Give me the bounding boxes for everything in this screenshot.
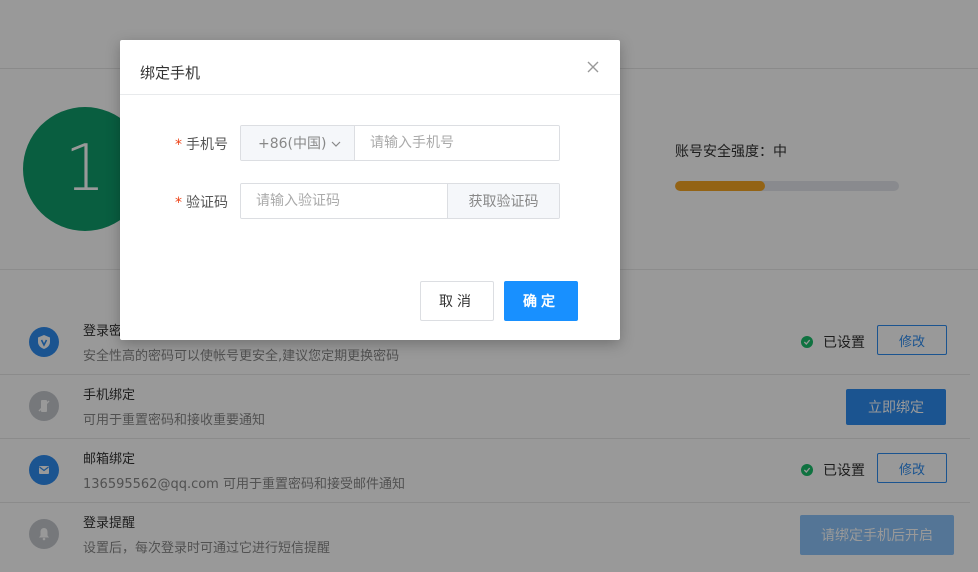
required-mark: * (175, 195, 182, 211)
code-label-text: 验证码 (186, 195, 228, 211)
dialog-header: 绑定手机 (120, 40, 620, 95)
phone-field-group: +86(中国) (240, 125, 560, 161)
cancel-button[interactable]: 取消 (420, 281, 494, 321)
confirm-button[interactable]: 确定 (504, 281, 578, 321)
code-label: * 验证码 (175, 192, 228, 212)
phone-input[interactable] (355, 126, 559, 160)
dialog-title: 绑定手机 (140, 64, 201, 82)
chevron-down-icon (331, 141, 341, 147)
bind-phone-dialog: 绑定手机 *手机号 +86(中国) *验证码 获取验证码 取消 确定 (120, 40, 620, 340)
country-code-select[interactable]: +86(中国) (241, 126, 355, 160)
country-code-value: +86(中国) (258, 136, 327, 152)
phone-label: * 手机号 (175, 134, 228, 154)
code-field-group: 获取验证码 (240, 183, 560, 219)
get-code-button[interactable]: 获取验证码 (447, 184, 559, 218)
close-icon[interactable] (586, 60, 600, 74)
verification-code-input[interactable] (241, 184, 447, 218)
phone-label-text: 手机号 (186, 137, 228, 153)
required-mark: * (175, 137, 182, 153)
